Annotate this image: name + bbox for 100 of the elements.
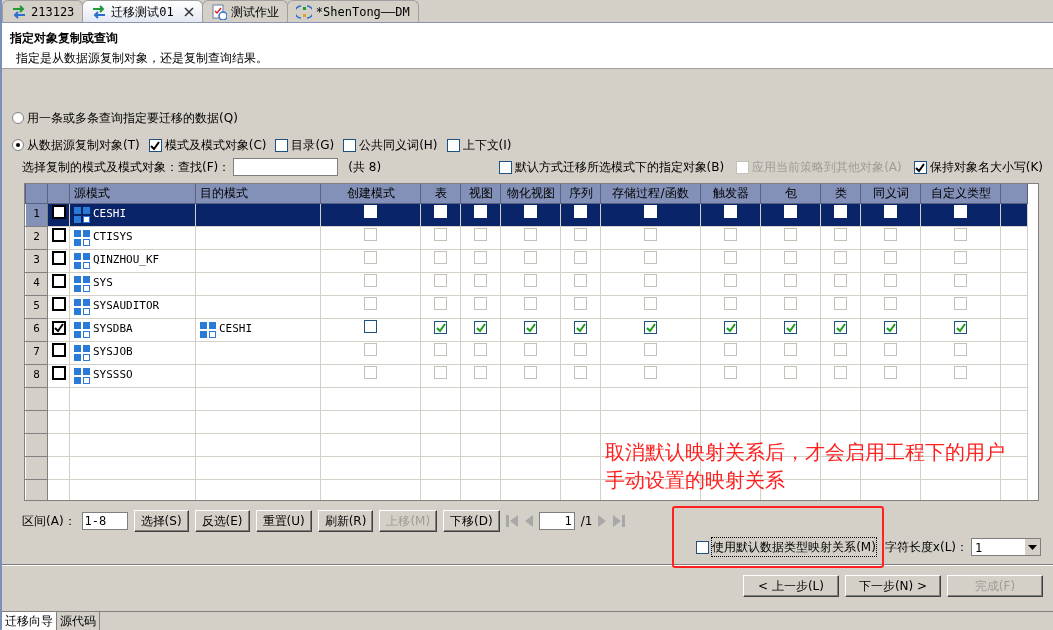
table-cell: SYSJOB: [93, 344, 133, 361]
table-cell: CTISYS: [93, 229, 133, 246]
toolbar-button[interactable]: 重置(U): [255, 510, 312, 532]
close-icon[interactable]: [183, 6, 194, 17]
page-total: /1: [580, 513, 593, 530]
checkbox[interactable]: [954, 320, 967, 334]
table-cell: SYSSSO: [93, 367, 133, 384]
row-number: 8: [33, 368, 40, 382]
table-row[interactable]: 7 SYSJOB: [25, 341, 1028, 364]
wizard-subtitle: 指定是从数据源复制对象，还是复制查询结果。: [15, 50, 269, 67]
radio-label: 从数据源复制对象(T): [27, 137, 140, 154]
row-number: 7: [33, 345, 40, 359]
row-number: 4: [33, 276, 40, 290]
editor-tab[interactable]: 213123: [2, 0, 84, 22]
table-row[interactable]: 8 SYSSSO: [25, 364, 1028, 387]
column-header[interactable]: 目的模式: [195, 184, 321, 203]
row-number: 5: [33, 299, 40, 313]
checkbox-label: 默认方式迁移所选模式下的指定对象(B): [514, 159, 725, 176]
checkbox[interactable]: [446, 138, 460, 152]
column-header[interactable]: 表: [420, 184, 461, 203]
schema-icon: [74, 298, 90, 315]
table-row[interactable]: 6 SYSDBA CESHI: [25, 318, 1028, 341]
row-checkbox[interactable]: [52, 273, 66, 288]
checkbox[interactable]: [524, 320, 537, 334]
char-length-dropdown[interactable]: 1: [971, 538, 1041, 556]
checkbox[interactable]: [574, 320, 587, 334]
column-header[interactable]: 包: [760, 184, 821, 203]
table-row[interactable]: 4 SYS: [25, 272, 1028, 295]
schema-icon: [74, 206, 90, 223]
find-label: 选择复制的模式及模式对象：查找(F)：: [22, 159, 231, 176]
last-page-icon: [613, 515, 626, 527]
row-checkbox[interactable]: [52, 342, 66, 357]
column-header[interactable]: 同义词: [860, 184, 921, 203]
checkbox[interactable]: [913, 160, 927, 174]
radio-label: 用一条或多条查询指定要迁移的数据(Q): [27, 110, 238, 127]
row-checkbox[interactable]: [52, 320, 66, 335]
table-cell: QINZHOU_KF: [93, 252, 160, 269]
editor-tab[interactable]: *ShenTong——DM: [286, 0, 419, 22]
char-length-label: 字符长度x(L)：: [884, 539, 968, 556]
toolbar-button[interactable]: 反选(E): [194, 510, 250, 532]
previous-page-icon: [523, 515, 533, 527]
row-checkbox[interactable]: [52, 250, 66, 265]
arrows-icon: [11, 3, 27, 20]
checkbox[interactable]: [343, 138, 357, 152]
table-cell: CESHI: [93, 206, 127, 223]
find-field[interactable]: [233, 158, 339, 176]
column-header[interactable]: 物化视图: [500, 184, 561, 203]
checkbox[interactable]: [364, 320, 377, 334]
column-header[interactable]: 存储过程/函数: [600, 184, 701, 203]
column-header[interactable]: 触发器: [700, 184, 761, 203]
radio-button[interactable]: [12, 112, 24, 124]
wizard-button[interactable]: 下一步(N) >: [845, 575, 941, 597]
table-row[interactable]: 2 CTISYS: [25, 226, 1028, 249]
row-number: 3: [33, 253, 40, 267]
toolbar-button[interactable]: 下移(D): [443, 510, 500, 532]
checkbox[interactable]: [784, 320, 797, 334]
table-cell: CESHI: [219, 321, 253, 338]
column-header[interactable]: 类: [820, 184, 861, 203]
bottom-tab[interactable]: 迁移向导: [2, 612, 57, 630]
column-header[interactable]: 源模式: [69, 184, 196, 203]
wizard-button[interactable]: < 上一步(L): [743, 575, 839, 597]
row-number: 6: [33, 322, 40, 336]
column-header[interactable]: 序列: [560, 184, 601, 203]
toolbar-button[interactable]: 刷新(R): [317, 510, 374, 532]
column-header[interactable]: 创建模式: [320, 184, 421, 203]
diagram-icon: [295, 3, 312, 20]
checkbox[interactable]: [474, 320, 487, 334]
range-field[interactable]: 1-8: [81, 512, 128, 530]
checkbox[interactable]: [275, 138, 289, 152]
row-checkbox[interactable]: [52, 296, 66, 311]
next-page-icon: [598, 515, 608, 527]
editor-tab[interactable]: 迁移测试01: [82, 0, 203, 22]
checkbox[interactable]: [498, 160, 512, 174]
object-count: (共 8): [348, 159, 382, 176]
row-checkbox[interactable]: [52, 365, 66, 380]
checkbox-label: 公共同义词(H): [359, 137, 438, 154]
column-header[interactable]: 自定义类型: [920, 184, 1001, 203]
checkbox[interactable]: [724, 320, 737, 334]
row-checkbox[interactable]: [52, 204, 66, 219]
checkbox[interactable]: [644, 320, 657, 334]
checkbox-label: 保持对象名大小写(K): [929, 159, 1043, 176]
toolbar-button[interactable]: 选择(S): [133, 510, 189, 532]
table-row[interactable]: 1 CESHI: [25, 203, 1028, 226]
checkbox[interactable]: [884, 320, 897, 334]
checkbox[interactable]: [148, 138, 162, 152]
column-header[interactable]: 视图: [460, 184, 501, 203]
wizard-title: 指定对象复制或查询: [10, 30, 119, 47]
range-label: 区间(A)：: [22, 513, 76, 530]
page-field[interactable]: 1: [538, 512, 575, 530]
checkbox[interactable]: [696, 540, 710, 554]
table-row[interactable]: 3 QINZHOU_KF: [25, 249, 1028, 272]
editor-tab[interactable]: 测试作业: [201, 0, 288, 22]
checkbox[interactable]: [834, 320, 847, 334]
table-row[interactable]: 5 SYSAUDITOR: [25, 295, 1028, 318]
bottom-tab[interactable]: 源代码: [57, 612, 100, 630]
schema-icon: [74, 321, 90, 338]
checkbox[interactable]: [434, 320, 447, 334]
arrows-icon: [91, 3, 108, 20]
row-checkbox[interactable]: [52, 227, 66, 242]
radio-button[interactable]: [12, 139, 24, 151]
